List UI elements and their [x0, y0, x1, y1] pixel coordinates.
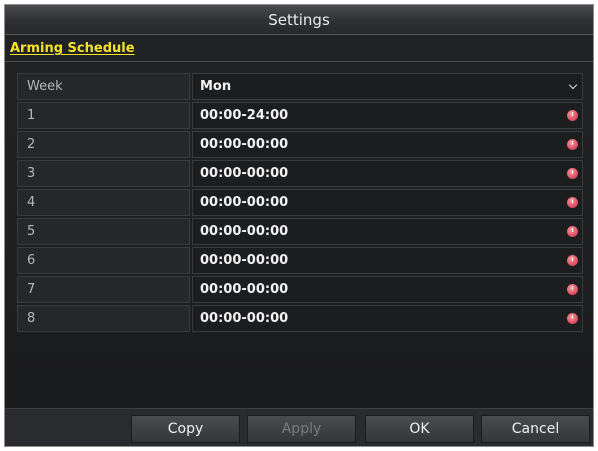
period-row: 2 00:00-00:00: [17, 131, 583, 158]
clock-icon[interactable]: [567, 168, 578, 179]
period-time-value: 00:00-00:00: [200, 311, 289, 326]
period-index: 7: [17, 276, 190, 303]
period-time-value: 00:00-00:00: [200, 282, 289, 297]
period-time-field[interactable]: 00:00-00:00: [192, 276, 583, 303]
clock-icon[interactable]: [567, 284, 578, 295]
period-row: 1 00:00-24:00: [17, 102, 583, 129]
clock-icon[interactable]: [567, 110, 578, 121]
period-time-field[interactable]: 00:00-24:00: [192, 102, 583, 129]
period-index: 2: [17, 131, 190, 158]
period-time-value: 00:00-24:00: [200, 108, 289, 123]
period-index: 5: [17, 218, 190, 245]
period-index: 1: [17, 102, 190, 129]
period-time-value: 00:00-00:00: [200, 253, 289, 268]
period-time-value: 00:00-00:00: [200, 195, 289, 210]
period-time-field[interactable]: 00:00-00:00: [192, 160, 583, 187]
period-time-value: 00:00-00:00: [200, 166, 289, 181]
week-label: Week: [17, 73, 190, 100]
clock-icon[interactable]: [567, 226, 578, 237]
period-time-field[interactable]: 00:00-00:00: [192, 218, 583, 245]
period-row: 7 00:00-00:00: [17, 276, 583, 303]
week-row: Week Mon: [17, 73, 583, 100]
dialog-title: Settings: [5, 5, 593, 35]
tab-divider: [5, 61, 593, 62]
period-time-field[interactable]: 00:00-00:00: [192, 189, 583, 216]
period-index: 4: [17, 189, 190, 216]
period-time-field[interactable]: 00:00-00:00: [192, 305, 583, 332]
chevron-down-icon[interactable]: [568, 80, 578, 90]
period-row: 3 00:00-00:00: [17, 160, 583, 187]
tab-arming-schedule[interactable]: Arming Schedule: [10, 41, 135, 56]
period-index: 8: [17, 305, 190, 332]
ok-button[interactable]: OK: [365, 415, 474, 443]
apply-button[interactable]: Apply: [247, 415, 356, 443]
button-bar: Copy Apply OK Cancel: [5, 408, 593, 446]
period-row: 8 00:00-00:00: [17, 305, 583, 332]
period-time-value: 00:00-00:00: [200, 224, 289, 239]
period-time-field[interactable]: 00:00-00:00: [192, 131, 583, 158]
day-select-value: Mon: [200, 79, 232, 94]
clock-icon[interactable]: [567, 313, 578, 324]
period-row: 6 00:00-00:00: [17, 247, 583, 274]
period-time-field[interactable]: 00:00-00:00: [192, 247, 583, 274]
clock-icon[interactable]: [567, 139, 578, 150]
copy-button[interactable]: Copy: [131, 415, 240, 443]
period-row: 4 00:00-00:00: [17, 189, 583, 216]
clock-icon[interactable]: [567, 197, 578, 208]
settings-dialog: Settings Arming Schedule Week Mon 1 00:0…: [4, 4, 594, 447]
clock-icon[interactable]: [567, 255, 578, 266]
period-index: 6: [17, 247, 190, 274]
period-time-value: 00:00-00:00: [200, 137, 289, 152]
cancel-button[interactable]: Cancel: [481, 415, 590, 443]
period-index: 3: [17, 160, 190, 187]
period-row: 5 00:00-00:00: [17, 218, 583, 245]
day-select[interactable]: Mon: [192, 73, 583, 100]
